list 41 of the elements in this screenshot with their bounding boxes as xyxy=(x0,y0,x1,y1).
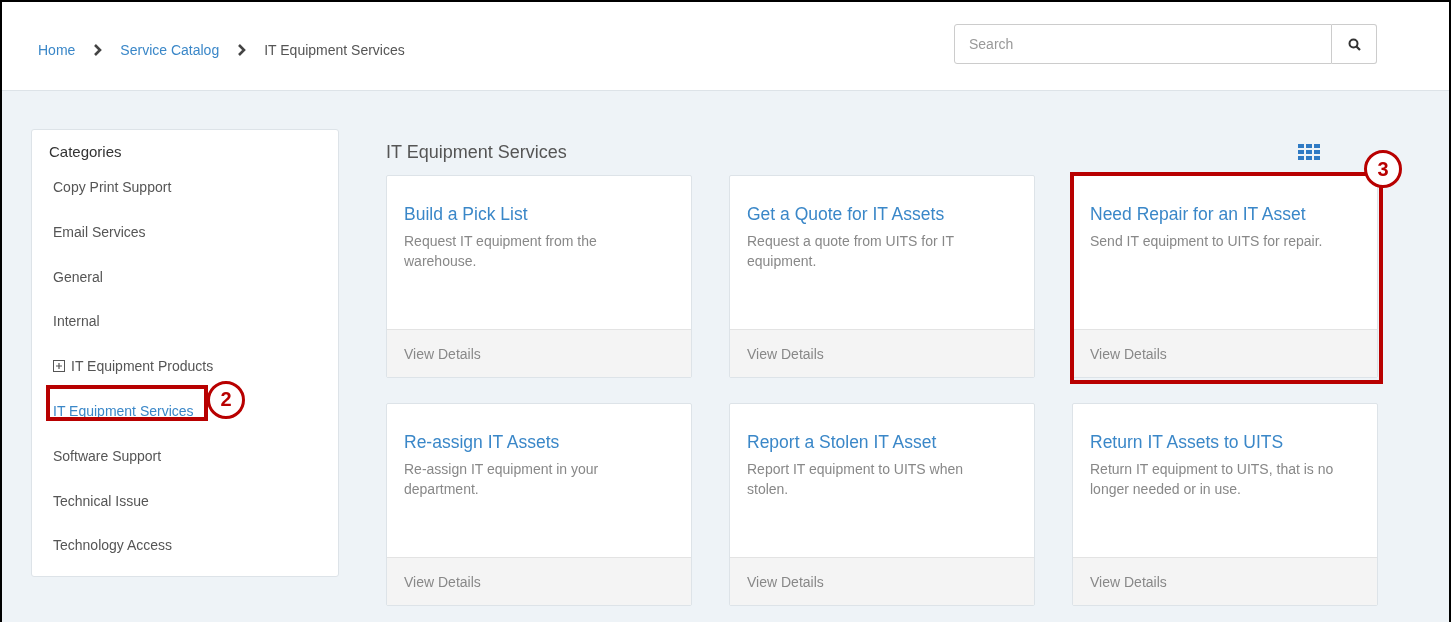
card-title-link[interactable]: Re-assign IT Assets xyxy=(404,432,560,453)
breadcrumb-current: IT Equipment Services xyxy=(264,42,405,58)
category-link[interactable]: Technical Issue xyxy=(49,489,153,512)
search-button[interactable] xyxy=(1332,24,1377,64)
breadcrumb-link[interactable]: Service Catalog xyxy=(120,42,220,58)
chevron-right-icon xyxy=(93,44,103,56)
breadcrumb-link[interactable]: Home xyxy=(38,42,76,58)
category-link[interactable]: Technology Access xyxy=(49,534,177,557)
category-link[interactable]: Internal xyxy=(49,310,104,333)
card-description: Return IT equipment to UITS, that is no longer needed or in use. xyxy=(1090,460,1335,499)
card-description: Report IT equipment to UITS when stolen. xyxy=(747,460,965,499)
card-description: Send IT equipment to UITS for repair. xyxy=(1090,232,1323,251)
category-link[interactable]: Email Services xyxy=(49,220,150,243)
callout-badge: 2 xyxy=(207,381,245,419)
card-description: Re-assign IT equipment in your department. xyxy=(404,460,600,499)
callout-badge: 3 xyxy=(1364,150,1402,188)
category-link[interactable]: IT Equipment Products xyxy=(49,355,218,378)
view-details-link[interactable]: View Details xyxy=(387,329,691,377)
grid-view-icon[interactable] xyxy=(1298,144,1320,160)
search-icon xyxy=(1347,37,1361,51)
card-description: Request IT equipment from the warehouse. xyxy=(404,232,598,271)
category-link[interactable]: Copy Print Support xyxy=(49,176,176,198)
view-details-link[interactable]: View Details xyxy=(730,329,1034,377)
card-title-link[interactable]: Get a Quote for IT Assets xyxy=(747,204,945,225)
search-field[interactable]: Search xyxy=(954,24,1332,64)
card-title-link[interactable]: Return IT Assets to UITS xyxy=(1090,432,1284,453)
category-link[interactable]: Software Support xyxy=(49,444,166,467)
view-details-link[interactable]: View Details xyxy=(1073,329,1377,377)
card-description: Request a quote from UITS for IT equipment. xyxy=(747,232,955,271)
card-title-link[interactable]: Report a Stolen IT Asset xyxy=(747,432,937,453)
section-title: IT Equipment Services xyxy=(386,141,567,163)
view-details-link[interactable]: View Details xyxy=(730,557,1034,605)
card-title-link[interactable]: Need Repair for an IT Asset xyxy=(1090,204,1306,225)
view-details-link[interactable]: View Details xyxy=(387,557,691,605)
chevron-right-icon xyxy=(237,44,247,56)
view-details-link[interactable]: View Details xyxy=(1073,557,1377,605)
category-link[interactable]: IT Equipment Services xyxy=(49,400,198,422)
expand-icon[interactable] xyxy=(53,360,65,373)
sidebar-title: Categories xyxy=(49,142,123,162)
card-title-link[interactable]: Build a Pick List xyxy=(404,204,528,225)
category-link[interactable]: General xyxy=(49,265,107,288)
